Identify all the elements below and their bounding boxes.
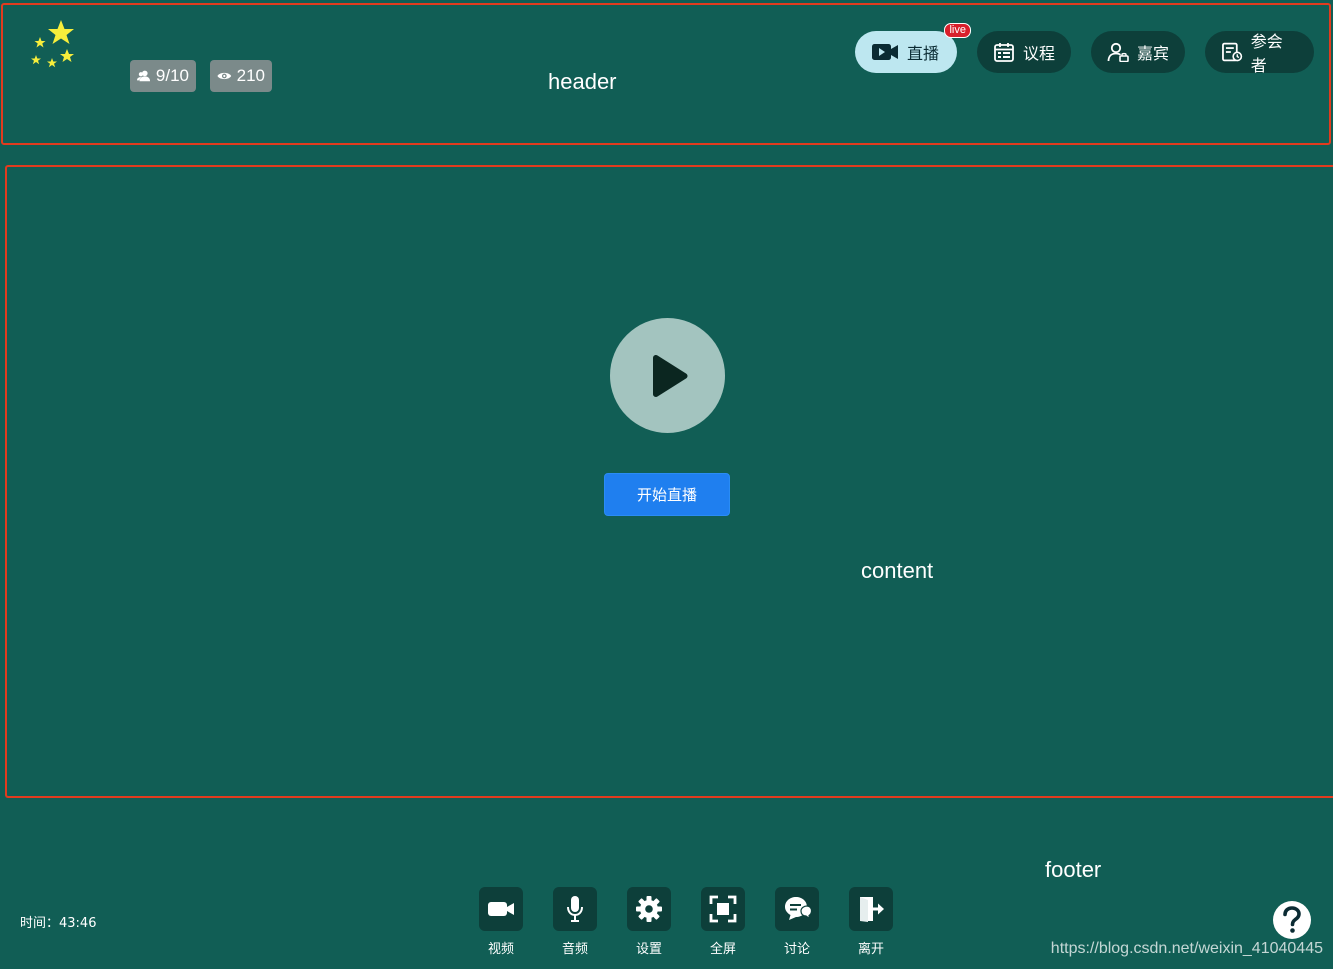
settings-button[interactable]: 设置 <box>627 887 671 957</box>
participants-badge: 9/10 <box>130 60 196 92</box>
fullscreen-tool-label: 全屏 <box>709 942 736 957</box>
video-icon <box>488 902 514 916</box>
live-room-page: header 9/10 210 直播 live 议程 嘉宾 参会者 conten… <box>0 0 1333 969</box>
header-region <box>1 3 1331 145</box>
content-annotation: content <box>861 558 934 583</box>
video-tool-box <box>479 887 523 931</box>
tab-agenda[interactable]: 议程 <box>977 31 1071 73</box>
watermark-url: https://blog.csdn.net/weixin_41040445 <box>1050 940 1323 957</box>
settings-tool-label: 设置 <box>635 942 662 957</box>
tab-agenda-label: 议程 <box>1023 44 1056 63</box>
audio-toggle-button[interactable]: 音频 <box>553 887 597 957</box>
video-toggle-button[interactable]: 视频 <box>479 887 523 957</box>
tab-attendees[interactable]: 参会者 <box>1205 31 1314 75</box>
leave-tool-label: 离开 <box>857 942 884 957</box>
eye-icon <box>217 72 232 80</box>
tab-guests[interactable]: 嘉宾 <box>1091 31 1185 73</box>
tab-live[interactable]: 直播 live <box>855 23 971 73</box>
star-logo-icon <box>31 20 74 68</box>
fullscreen-tool-box <box>701 887 745 931</box>
start-live-button[interactable]: 开始直播 <box>604 473 730 516</box>
question-mark-icon <box>1283 906 1301 933</box>
leave-button[interactable]: 离开 <box>849 887 893 957</box>
views-count: 210 <box>236 66 265 85</box>
tab-live-label: 直播 <box>907 44 940 63</box>
users-icon <box>137 70 151 82</box>
discussion-tool-box <box>775 887 819 931</box>
leave-tool-box <box>849 887 893 931</box>
play-icon <box>652 354 687 397</box>
gear-icon <box>636 896 662 922</box>
exit-icon <box>860 897 884 922</box>
settings-tool-box <box>627 887 671 931</box>
fullscreen-button[interactable]: 全屏 <box>701 887 745 957</box>
video-tool-label: 视频 <box>487 942 514 957</box>
calendar-icon <box>994 43 1014 62</box>
elapsed-timer: 时间：43:46 <box>20 916 97 931</box>
participants-count: 9/10 <box>155 66 189 85</box>
footer-annotation: footer <box>1045 857 1102 882</box>
discussion-tool-label: 讨论 <box>783 942 810 957</box>
audio-tool-box <box>553 887 597 931</box>
discussion-button[interactable]: 讨论 <box>775 887 819 957</box>
play-button[interactable] <box>610 318 725 433</box>
tab-attendees-label: 参会者 <box>1250 32 1283 75</box>
help-button[interactable] <box>1273 901 1311 939</box>
audio-tool-label: 音频 <box>561 942 588 957</box>
fullscreen-icon <box>709 895 737 923</box>
tab-guests-label: 嘉宾 <box>1137 44 1170 63</box>
video-camera-icon <box>872 44 898 60</box>
attendee-icon <box>1222 42 1243 62</box>
chat-icon <box>785 897 812 920</box>
guest-icon <box>1107 42 1129 62</box>
header-annotation: header <box>548 69 617 94</box>
microphone-icon <box>567 896 583 922</box>
live-badge: live <box>944 23 971 38</box>
views-badge: 210 <box>210 60 272 92</box>
